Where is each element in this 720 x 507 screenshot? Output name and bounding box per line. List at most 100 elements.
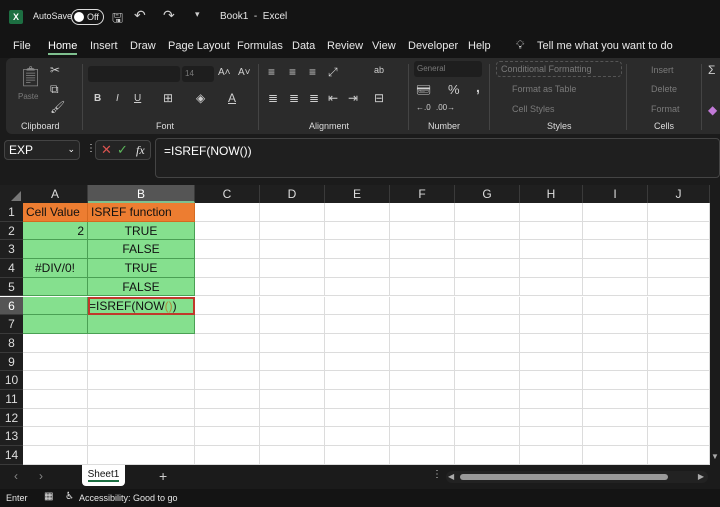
macro-record-icon[interactable]: ▦ xyxy=(44,491,53,502)
cut-icon[interactable]: ✂ xyxy=(50,63,60,77)
cell-F9[interactable] xyxy=(390,352,455,372)
formula-input[interactable]: =ISREF(NOW()) xyxy=(155,138,720,178)
align-left-icon[interactable]: ≣ xyxy=(268,91,278,105)
cell-C10[interactable] xyxy=(195,371,260,390)
cell-B13[interactable] xyxy=(88,427,195,447)
cell-D9[interactable] xyxy=(260,352,325,372)
row-header-8[interactable]: 8 xyxy=(0,333,23,353)
merge-center-icon[interactable]: ⊟ xyxy=(374,91,384,105)
cell-B2[interactable]: TRUE xyxy=(88,221,195,241)
cell-H6[interactable] xyxy=(520,296,583,316)
grow-font-icon[interactable]: A˄ xyxy=(218,67,231,78)
cell-J1[interactable] xyxy=(648,203,710,222)
cell-E7[interactable] xyxy=(325,315,390,334)
cell-E14[interactable] xyxy=(325,446,390,465)
select-all-button[interactable] xyxy=(0,185,23,203)
cell-C3[interactable] xyxy=(195,240,260,260)
cell-G8[interactable] xyxy=(455,333,520,353)
tab-view[interactable]: View xyxy=(372,40,396,52)
autosave-toggle[interactable]: Off xyxy=(71,9,104,25)
align-top-icon[interactable]: ≡ xyxy=(268,65,275,79)
cell-G14[interactable] xyxy=(455,446,520,465)
tab-review[interactable]: Review xyxy=(327,40,363,52)
font-color-icon[interactable]: A xyxy=(228,91,236,105)
column-header-C[interactable]: C xyxy=(195,185,260,203)
cell-F13[interactable] xyxy=(390,427,455,447)
cell-C1[interactable] xyxy=(195,203,260,222)
cell-F2[interactable] xyxy=(390,221,455,241)
cell-D2[interactable] xyxy=(260,221,325,241)
underline-button[interactable]: U xyxy=(134,93,141,104)
tab-page-layout[interactable]: Page Layout xyxy=(168,40,230,52)
cell-E13[interactable] xyxy=(325,427,390,447)
accessibility-icon[interactable]: ♿︎ xyxy=(65,491,74,502)
shrink-font-icon[interactable]: A˅ xyxy=(238,67,251,78)
row-header-11[interactable]: 11 xyxy=(0,390,23,409)
cell-A13[interactable] xyxy=(23,427,88,447)
cell-F1[interactable] xyxy=(390,203,455,222)
cell-A14[interactable] xyxy=(23,446,88,465)
cell-D6[interactable] xyxy=(260,296,325,316)
redo-icon[interactable]: ↷ xyxy=(163,7,175,24)
cell-F6[interactable] xyxy=(390,296,455,316)
cell-E3[interactable] xyxy=(325,240,390,260)
cell-G6[interactable] xyxy=(455,296,520,316)
decrease-decimal-icon[interactable]: .00→ xyxy=(436,103,455,112)
percent-button[interactable]: % xyxy=(448,82,460,97)
cell-C12[interactable] xyxy=(195,408,260,428)
cell-I14[interactable] xyxy=(583,446,648,465)
cell-E9[interactable] xyxy=(325,352,390,372)
cell-G1[interactable] xyxy=(455,203,520,222)
spreadsheet-grid[interactable]: ABCDEFGHIJ 1 2 3 4 5 6 7 8 9 10 11 12 13 14 Cell Valu… xyxy=(0,185,710,465)
cell-C2[interactable] xyxy=(195,221,260,241)
cell-A11[interactable] xyxy=(23,390,88,409)
row-header-13[interactable]: 13 xyxy=(0,427,23,447)
cell-I11[interactable] xyxy=(583,390,648,409)
cell-B3[interactable]: FALSE xyxy=(88,240,195,260)
cell-E1[interactable] xyxy=(325,203,390,222)
cell-G2[interactable] xyxy=(455,221,520,241)
sheet-tab-sheet1[interactable]: Sheet1 xyxy=(82,465,125,486)
cell-F3[interactable] xyxy=(390,240,455,260)
cell-B9[interactable] xyxy=(88,352,195,372)
cell-H2[interactable] xyxy=(520,221,583,241)
row-header-10[interactable]: 10 xyxy=(0,371,23,390)
cell-C13[interactable] xyxy=(195,427,260,447)
cell-H5[interactable] xyxy=(520,277,583,297)
tab-insert[interactable]: Insert xyxy=(90,40,118,52)
cell-I5[interactable] xyxy=(583,277,648,297)
cell-D1[interactable] xyxy=(260,203,325,222)
insert-cells-button[interactable]: Insert xyxy=(651,65,674,75)
cell-H7[interactable] xyxy=(520,315,583,334)
font-name-dropdown[interactable] xyxy=(88,66,180,82)
tell-me-search[interactable]: Tell me what you want to do xyxy=(537,40,673,52)
cell-B5[interactable]: FALSE xyxy=(88,277,195,297)
orientation-icon[interactable]: ⤢ xyxy=(328,65,338,80)
cell-I10[interactable] xyxy=(583,371,648,390)
cell-C4[interactable] xyxy=(195,259,260,278)
cell-J4[interactable] xyxy=(648,259,710,278)
row-header-3[interactable]: 3 xyxy=(0,240,23,260)
cell-E11[interactable] xyxy=(325,390,390,409)
row-header-1[interactable]: 1 xyxy=(0,203,23,222)
cell-B11[interactable] xyxy=(88,390,195,409)
cell-F8[interactable] xyxy=(390,333,455,353)
customize-toolbar-icon[interactable]: ▾ xyxy=(195,9,200,20)
increase-indent-icon[interactable]: ⇥ xyxy=(348,91,358,105)
row-header-6[interactable]: 6 xyxy=(0,296,23,316)
comma-button[interactable]: , xyxy=(476,79,480,95)
cell-F14[interactable] xyxy=(390,446,455,465)
cell-I13[interactable] xyxy=(583,427,648,447)
cell-D5[interactable] xyxy=(260,277,325,297)
cell-I12[interactable] xyxy=(583,408,648,428)
vertical-scrollbar[interactable]: ▼ xyxy=(710,185,720,465)
decrease-indent-icon[interactable]: ⇤ xyxy=(328,91,338,105)
horizontal-scrollbar[interactable]: ◀ ▶ xyxy=(446,471,708,483)
cell-J5[interactable] xyxy=(648,277,710,297)
row-header-7[interactable]: 7 xyxy=(0,315,23,334)
cell-A3[interactable] xyxy=(23,240,88,260)
cell-G12[interactable] xyxy=(455,408,520,428)
cell-E4[interactable] xyxy=(325,259,390,278)
cell-C14[interactable] xyxy=(195,446,260,465)
cell-B1[interactable]: ISREF function xyxy=(88,203,195,222)
